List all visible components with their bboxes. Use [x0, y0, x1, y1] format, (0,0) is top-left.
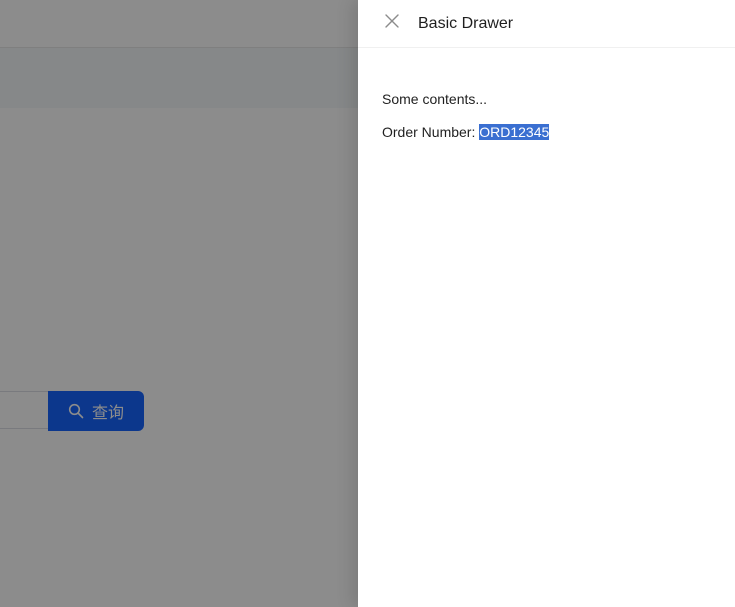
drawer-header: Basic Drawer — [358, 0, 735, 48]
order-number-line: Order Number: ORD12345 — [382, 121, 711, 143]
order-number-label: Order Number: — [382, 124, 480, 140]
order-number-value[interactable]: ORD12345 — [479, 124, 550, 140]
drawer-title: Basic Drawer — [418, 14, 514, 32]
close-icon — [384, 13, 400, 34]
drawer-body: Some contents... Order Number: ORD12345 — [358, 48, 735, 178]
drawer: Basic Drawer Some contents... Order Numb… — [358, 0, 735, 607]
drawer-content-text: Some contents... — [382, 91, 488, 107]
close-button[interactable] — [378, 10, 406, 38]
page: 查询 Basic Drawer Some contents... Order N… — [0, 0, 735, 607]
